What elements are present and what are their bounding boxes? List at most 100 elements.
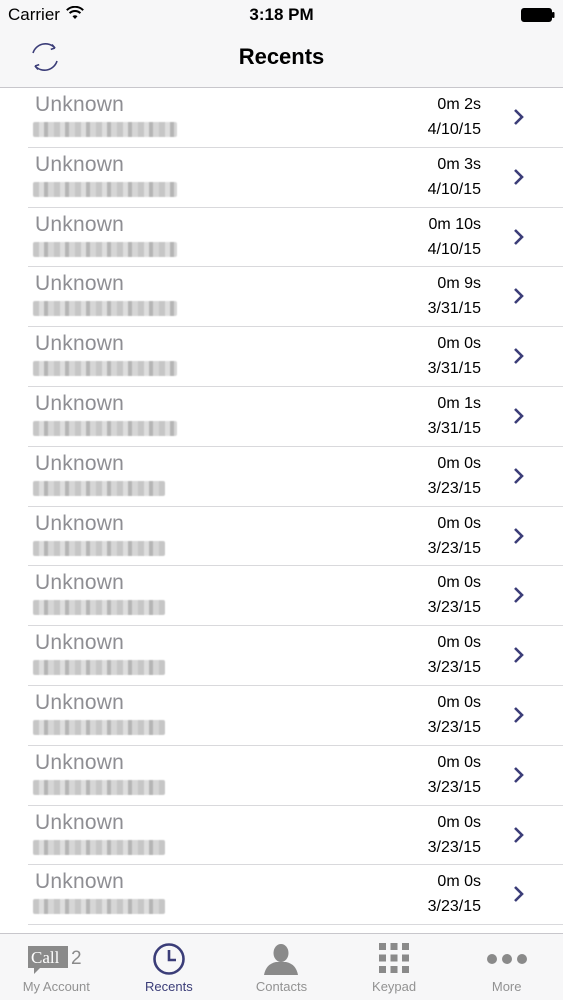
- chevron-right-icon: [514, 527, 524, 544]
- chevron-right-icon: [514, 707, 524, 723]
- call-date: 4/10/15: [427, 180, 481, 198]
- call-duration: 0m 3s: [437, 155, 481, 173]
- caller-name: Unknown: [35, 272, 124, 296]
- call-date: 4/10/15: [427, 121, 481, 138]
- call-duration: 0m 0s: [437, 634, 481, 652]
- caller-name: Unknown: [35, 571, 124, 595]
- caller-name: Unknown: [35, 690, 124, 714]
- chevron-right-icon: [514, 467, 524, 484]
- chevron-right-icon: [514, 886, 524, 903]
- list-item[interactable]: Unknown 0m 0s 3/23/15: [0, 566, 563, 626]
- call-duration: 0m 10s: [428, 215, 481, 233]
- list-item[interactable]: Unknown 0m 0s 3/23/15: [0, 626, 563, 686]
- list-item[interactable]: Unknown 0m 0s 3/23/15: [0, 507, 563, 567]
- call-duration: 0m 0s: [437, 813, 481, 831]
- status-bar: Carrier 3:18 PM: [0, 0, 563, 30]
- call-duration: 0m 0s: [437, 753, 481, 771]
- redacted-number: [33, 241, 177, 257]
- chevron-right-icon: [514, 288, 524, 305]
- call2-logo-icon: Call 2: [28, 946, 82, 974]
- nav-bar: Recents: [0, 30, 563, 88]
- caller-name: Unknown: [35, 810, 124, 834]
- list-item[interactable]: Unknown 0m 0s 3/23/15: [0, 865, 563, 925]
- call-date: 3/23/15: [427, 898, 481, 916]
- redacted-number: [33, 181, 177, 197]
- call-date: 3/23/15: [427, 479, 481, 497]
- chevron-right-icon: [514, 587, 524, 604]
- list-item[interactable]: Unknown 0m 2s 4/10/15: [0, 88, 563, 148]
- list-item[interactable]: Unknown 0m 0s 3/23/15: [0, 686, 563, 746]
- list-item[interactable]: Unknown 0m 3s 4/10/15: [0, 148, 563, 208]
- redacted-number: [33, 839, 165, 855]
- chevron-right-icon: [514, 826, 524, 843]
- caller-name: Unknown: [35, 391, 124, 415]
- status-time: 3:18 PM: [249, 5, 314, 24]
- list-item[interactable]: Unknown 0m 10s 4/10/15: [0, 208, 563, 268]
- call-duration: 0m 9s: [437, 275, 481, 293]
- call-duration: 0m 0s: [437, 574, 481, 592]
- call-date: 3/23/15: [427, 659, 481, 677]
- keypad-icon: [379, 943, 410, 973]
- call-duration: 0m 0s: [437, 514, 481, 532]
- caller-name: Unknown: [35, 332, 124, 356]
- caller-name: Unknown: [35, 511, 124, 535]
- caller-name: Unknown: [35, 750, 124, 774]
- redacted-number: [33, 719, 165, 735]
- call-date: 3/31/15: [427, 419, 481, 437]
- caller-name: Unknown: [35, 152, 124, 176]
- tab-more[interactable]: More: [450, 934, 563, 1000]
- call-duration: 0m 2s: [437, 96, 481, 113]
- list-item[interactable]: Unknown 0m 9s 3/31/15: [0, 267, 563, 327]
- tab-label: Keypad: [372, 979, 417, 994]
- page-title: Recents: [238, 44, 325, 69]
- call-date: 4/10/15: [427, 240, 481, 258]
- redacted-number: [33, 779, 165, 795]
- person-icon: [264, 944, 299, 975]
- caller-name: Unknown: [35, 870, 124, 894]
- chevron-right-icon: [514, 228, 524, 245]
- redacted-number: [33, 361, 177, 377]
- tab-bar: Call 2 My Account Recents Contacts Keypa…: [0, 933, 563, 1000]
- redacted-number: [33, 600, 165, 616]
- call-duration: 0m 0s: [437, 335, 481, 353]
- redacted-number: [33, 480, 165, 496]
- tab-label: Contacts: [255, 979, 308, 994]
- list-item[interactable]: Unknown 0m 0s 3/23/15: [0, 447, 563, 507]
- caller-name: Unknown: [35, 212, 124, 236]
- call2-logo-text: Call: [31, 948, 60, 967]
- redacted-number: [33, 420, 177, 436]
- tab-recents[interactable]: Recents: [113, 934, 226, 1000]
- tab-contacts[interactable]: Contacts: [225, 934, 338, 1000]
- call2-logo-number: 2: [71, 948, 82, 969]
- redacted-number: [33, 540, 165, 556]
- chevron-right-icon: [514, 168, 524, 185]
- redacted-number: [33, 899, 165, 915]
- clock-icon: [153, 943, 185, 975]
- list-item[interactable]: Unknown 0m 1s 3/31/15: [0, 387, 563, 447]
- recents-list: Unknown 0m 2s 4/10/15 Unknown 0m 3s 4/10…: [0, 88, 563, 933]
- redacted-number: [33, 660, 165, 676]
- chevron-right-icon: [514, 408, 524, 424]
- list-item[interactable]: Unknown 0m 0s 3/31/15: [0, 327, 563, 387]
- battery-icon: [521, 8, 555, 22]
- call-date: 3/23/15: [427, 778, 481, 796]
- chevron-right-icon: [514, 647, 524, 664]
- list-item[interactable]: Unknown 0m 0s 3/23/15: [0, 806, 563, 866]
- call-duration: 0m 1s: [437, 394, 481, 412]
- tab-label: More: [491, 979, 522, 994]
- chevron-right-icon: [514, 766, 524, 783]
- tab-keypad[interactable]: Keypad: [338, 934, 451, 1000]
- call-duration: 0m 0s: [437, 873, 481, 891]
- chevron-right-icon: [514, 109, 524, 125]
- call-date: 3/23/15: [427, 718, 481, 736]
- call-duration: 0m 0s: [437, 693, 481, 711]
- call-date: 3/31/15: [427, 360, 481, 378]
- tab-label: Recents: [145, 979, 193, 994]
- tab-my-account[interactable]: Call 2 My Account: [0, 934, 113, 1000]
- call-date: 3/23/15: [427, 539, 481, 557]
- caller-name: Unknown: [35, 631, 124, 655]
- list-item[interactable]: Unknown 0m 0s 3/23/15: [0, 746, 563, 806]
- more-dots-icon: [486, 954, 527, 964]
- chevron-right-icon: [514, 348, 524, 365]
- caller-name: Unknown: [35, 451, 124, 475]
